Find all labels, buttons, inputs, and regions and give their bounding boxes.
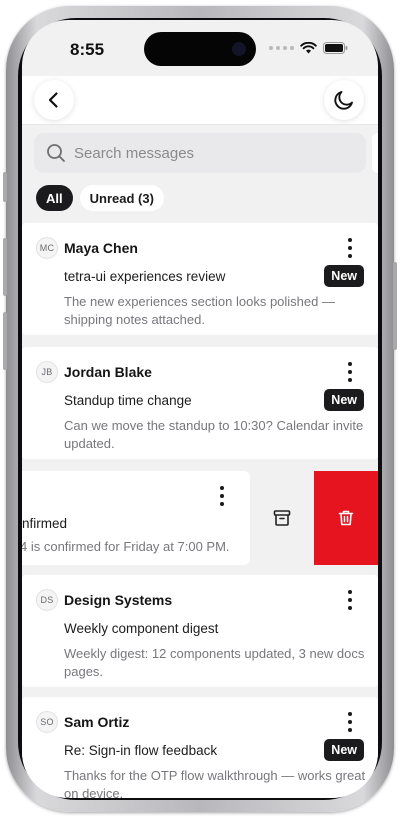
message-item[interactable]: MC Maya Chen tetra-ui experiences review… (22, 223, 378, 335)
action-button (3, 172, 7, 202)
battery-icon (323, 42, 348, 54)
moon-icon (334, 91, 353, 110)
dynamic-island (144, 32, 256, 66)
new-badge: New (324, 389, 364, 411)
theme-toggle-button[interactable] (324, 80, 364, 120)
volume-up-button (3, 238, 7, 296)
swiped-message-row[interactable]: nfirmed 4 is confirmed for Friday at 7:0… (22, 471, 378, 565)
message-subject: Weekly component digest (64, 621, 219, 636)
message-sender: Maya Chen (64, 240, 138, 256)
message-preview: Thanks for the OTP flow walkthrough — wo… (64, 768, 366, 798)
back-button[interactable] (34, 80, 74, 120)
chevron-left-icon (48, 92, 58, 108)
avatar: MC (36, 237, 58, 259)
message-item[interactable]: DS Design Systems Weekly component diges… (22, 575, 378, 687)
search-field[interactable] (34, 133, 366, 173)
status-icons (269, 42, 348, 54)
message-sender: Jordan Blake (64, 364, 152, 380)
more-options-icon[interactable] (344, 590, 356, 610)
new-badge: New (324, 265, 364, 287)
more-options-icon[interactable] (344, 362, 356, 382)
message-item[interactable]: JB Jordan Blake Standup time change New … (22, 347, 378, 459)
status-time: 8:55 (70, 40, 105, 59)
avatar: SO (36, 711, 58, 733)
message-preview: Weekly digest: 12 components updated, 3 … (64, 646, 365, 679)
message-preview: The new experiences section looks polish… (64, 294, 335, 327)
message-subject: nfirmed (22, 516, 68, 531)
power-button (393, 262, 397, 350)
swiped-message-card[interactable]: nfirmed 4 is confirmed for Friday at 7:0… (22, 471, 250, 565)
trash-icon (338, 510, 354, 526)
avatar: DS (36, 589, 58, 611)
more-options-icon[interactable] (216, 486, 228, 506)
search-icon (46, 143, 66, 168)
search-input[interactable] (74, 144, 334, 162)
message-subject: Standup time change (64, 393, 192, 408)
message-preview: 4 is confirmed for Friday at 7:00 PM. (22, 539, 230, 554)
filter-chips: All Unread (3) (36, 185, 164, 211)
adjacent-control-edge (372, 133, 378, 173)
avatar: JB (36, 361, 58, 383)
message-sender: Sam Ortiz (64, 714, 130, 730)
volume-down-button (3, 312, 7, 370)
filter-unread[interactable]: Unread (3) (79, 185, 164, 211)
message-subject: Re: Sign-in flow feedback (64, 743, 218, 758)
signal-dots-icon (269, 46, 294, 50)
front-camera (232, 42, 246, 56)
message-subject: tetra-ui experiences review (64, 269, 226, 284)
archive-icon (273, 510, 291, 526)
message-sender: Design Systems (64, 592, 173, 608)
more-options-icon[interactable] (344, 712, 356, 732)
message-item[interactable]: SO Sam Ortiz Re: Sign-in flow feedback N… (22, 697, 378, 798)
top-bar (22, 76, 378, 124)
search-area: All Unread (3) (22, 125, 378, 223)
archive-button[interactable] (250, 471, 314, 565)
new-badge: New (324, 739, 364, 761)
wifi-icon (300, 42, 317, 54)
screen: 8:55 Search messages All Unread (3) MC M… (22, 20, 378, 798)
more-options-icon[interactable] (344, 238, 356, 258)
filter-all[interactable]: All (36, 185, 73, 211)
message-preview: Can we move the standup to 10:30? Calend… (64, 418, 364, 451)
delete-button[interactable] (314, 471, 378, 565)
